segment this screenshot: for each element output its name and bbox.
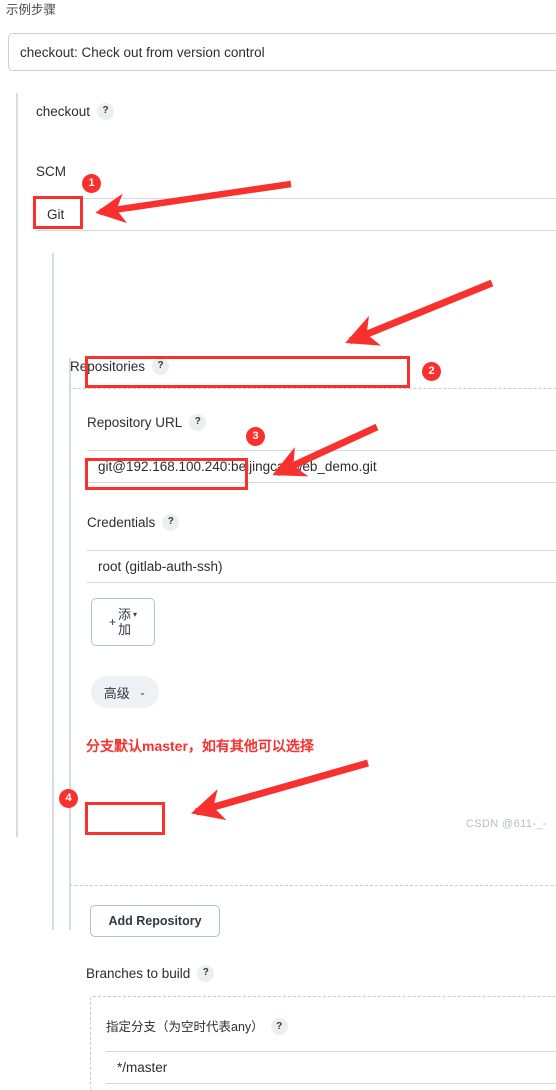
- branch-specifier-label-row: 指定分支（为空时代表any）?: [106, 1018, 288, 1036]
- annotation-badge-4: 4: [59, 789, 78, 808]
- annotation-badge-3: 3: [246, 427, 265, 446]
- annotation-badge-2: 2: [422, 362, 441, 381]
- watermark: CSDN @611-_-: [465, 818, 547, 830]
- add-credentials-label: 添 加: [118, 607, 131, 637]
- credentials-label-row: Credentials?: [87, 513, 180, 532]
- branch-specifier-label: 指定分支（为空时代表any）: [106, 1020, 264, 1034]
- credentials-select[interactable]: root (gitlab-auth-ssh): [87, 550, 556, 583]
- screenshot-root: 示例步骤 checkout: Check out from version co…: [0, 0, 556, 1090]
- chevron-down-icon: ▾: [133, 610, 138, 619]
- advanced-label: 高级: [103, 685, 130, 701]
- add-credentials-button[interactable]: + 添 加 ▾: [91, 598, 155, 646]
- branches-to-build-label: Branches to build: [86, 966, 191, 981]
- help-icon[interactable]: ?: [162, 513, 180, 531]
- step-select[interactable]: checkout: Check out from version control: [8, 33, 556, 71]
- help-icon[interactable]: ?: [189, 413, 207, 431]
- help-icon[interactable]: ?: [270, 1018, 288, 1036]
- plus-icon: +: [108, 615, 116, 629]
- help-icon[interactable]: ?: [197, 964, 215, 982]
- scm-label: SCM: [36, 164, 66, 179]
- branches-label-row: Branches to build?: [86, 964, 215, 983]
- repository-url-label-row: Repository URL?: [87, 413, 207, 432]
- sample-step-label: 示例步骤: [6, 3, 57, 17]
- repository-url-label: Repository URL: [87, 415, 183, 430]
- add-repository-button[interactable]: Add Repository: [90, 905, 220, 937]
- chevron-down-icon: ⌄: [138, 686, 147, 697]
- credentials-label: Credentials: [87, 515, 156, 530]
- help-icon[interactable]: ?: [97, 102, 115, 120]
- advanced-toggle-button[interactable]: 高级 ⌄: [91, 676, 159, 708]
- section-bar-level-3: Repository URL? git@192.168.100.240:beij…: [69, 358, 556, 930]
- section-title-row: checkout?: [36, 102, 115, 121]
- add-label-line-2: 加: [117, 622, 131, 637]
- add-label-line-1: 添: [117, 607, 131, 622]
- section-bar-level-1: checkout? SCM Git Repositories? Reposito…: [16, 93, 556, 1090]
- section-title: checkout: [36, 104, 91, 119]
- repository-url-input[interactable]: git@192.168.100.240:beijingcar/web_demo.…: [87, 450, 556, 483]
- annotation-badge-1: 1: [82, 174, 101, 193]
- scm-select[interactable]: Git: [36, 198, 556, 231]
- annotation-text-branch: 分支默认master，如有其他可以选择: [86, 738, 314, 754]
- branch-specifier-input[interactable]: */master: [106, 1051, 556, 1084]
